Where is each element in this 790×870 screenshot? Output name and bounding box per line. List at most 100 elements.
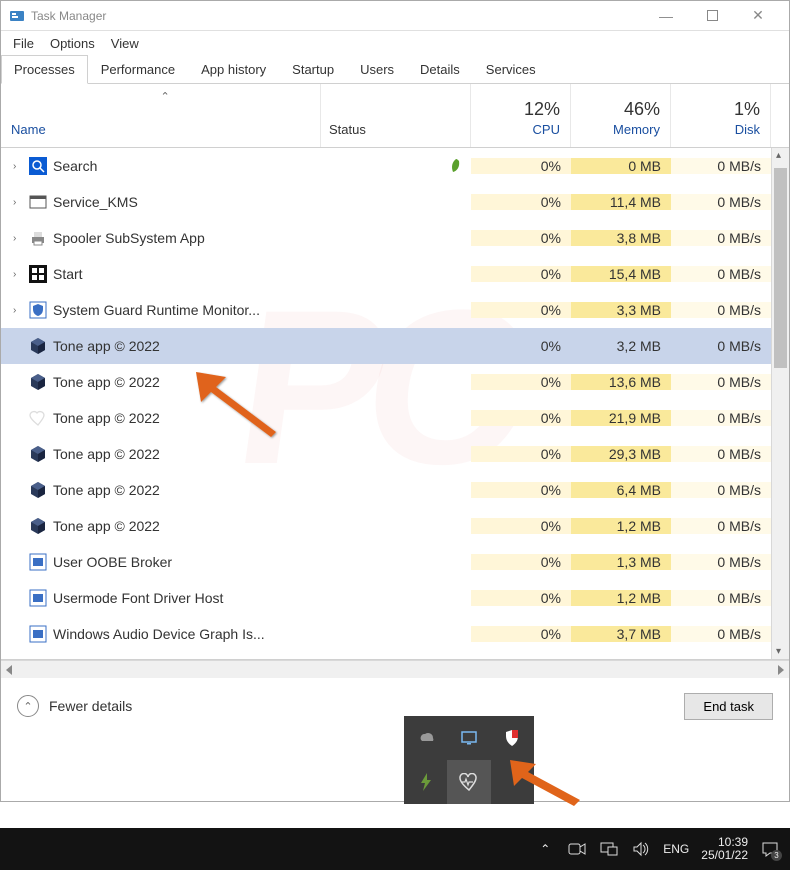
tab-users[interactable]: Users: [347, 55, 407, 83]
cpu-value: 0%: [471, 158, 571, 174]
disk-value: 0 MB/s: [671, 374, 771, 390]
tab-performance[interactable]: Performance: [88, 55, 188, 83]
memory-value: 1,2 MB: [571, 518, 671, 534]
menubar: File Options View: [1, 31, 789, 55]
cpu-value: 0%: [471, 482, 571, 498]
column-memory[interactable]: 46% Memory: [571, 84, 671, 147]
cpu-value: 0%: [471, 302, 571, 318]
process-row[interactable]: ›Service_KMS0%11,4 MB0 MB/s: [1, 184, 789, 220]
process-name: Tone app © 2022: [53, 482, 160, 498]
heart-faint-icon: [29, 409, 47, 427]
volume-icon[interactable]: [631, 839, 651, 859]
column-cpu[interactable]: 12% CPU: [471, 84, 571, 147]
memory-value: 3,2 MB: [571, 338, 671, 354]
disk-value: 0 MB/s: [671, 590, 771, 606]
disk-label: Disk: [735, 122, 760, 137]
cpu-value: 0%: [471, 230, 571, 246]
fewer-details-label: Fewer details: [49, 698, 132, 714]
process-row[interactable]: Tone app © 20220%3,2 MB0 MB/s: [1, 328, 789, 364]
expand-chevron-icon[interactable]: ›: [13, 269, 23, 280]
process-row[interactable]: Usermode Font Driver Host0%1,2 MB0 MB/s: [1, 580, 789, 616]
clock[interactable]: 10:39 25/01/22: [701, 836, 748, 862]
cpu-value: 0%: [471, 446, 571, 462]
footer: ⌃ Fewer details End task: [1, 678, 789, 734]
system-tray-overflow[interactable]: [404, 716, 534, 804]
task-manager-window: PC Task Manager — ✕ File Options View Pr…: [0, 0, 790, 802]
tab-app-history[interactable]: App history: [188, 55, 279, 83]
cube-icon: [29, 445, 47, 463]
tray-defender-icon[interactable]: [491, 716, 534, 760]
memory-value: 29,3 MB: [571, 446, 671, 462]
cpu-value: 0%: [471, 266, 571, 282]
disk-value: 0 MB/s: [671, 302, 771, 318]
notifications-icon[interactable]: 3: [760, 839, 780, 859]
process-row[interactable]: Tone app © 20220%29,3 MB0 MB/s: [1, 436, 789, 472]
tray-cloud-icon[interactable]: [404, 716, 447, 760]
menu-options[interactable]: Options: [44, 34, 101, 53]
tab-processes[interactable]: Processes: [1, 55, 88, 84]
disk-value: 0 MB/s: [671, 626, 771, 642]
vertical-scrollbar[interactable]: [771, 148, 789, 659]
fewer-details-button[interactable]: ⌃ Fewer details: [17, 695, 132, 717]
column-name[interactable]: ⌃ Name: [1, 84, 321, 147]
menu-view[interactable]: View: [105, 34, 145, 53]
maximize-button[interactable]: [689, 1, 735, 31]
tray-display-icon[interactable]: [447, 716, 490, 760]
expand-chevron-icon[interactable]: ›: [13, 197, 23, 208]
shield-box-icon: [29, 301, 47, 319]
tab-services[interactable]: Services: [473, 55, 549, 83]
close-button[interactable]: ✕: [735, 1, 781, 31]
process-row[interactable]: Tone app © 20220%21,9 MB0 MB/s: [1, 400, 789, 436]
expand-chevron-icon[interactable]: ›: [13, 161, 23, 172]
tabs: Processes Performance App history Startu…: [1, 55, 789, 84]
process-name: Start: [53, 266, 83, 282]
process-row[interactable]: ›System Guard Runtime Monitor...0%3,3 MB…: [1, 292, 789, 328]
horizontal-scrollbar[interactable]: [1, 660, 789, 678]
expand-chevron-icon[interactable]: ›: [13, 305, 23, 316]
process-row[interactable]: ›Start0%15,4 MB0 MB/s: [1, 256, 789, 292]
memory-value: 6,4 MB: [571, 482, 671, 498]
tab-details[interactable]: Details: [407, 55, 473, 83]
column-status[interactable]: Status: [321, 84, 471, 147]
chevron-up-icon: ⌃: [17, 695, 39, 717]
memory-value: 3,8 MB: [571, 230, 671, 246]
cube-icon: [29, 373, 47, 391]
disk-value: 0 MB/s: [671, 338, 771, 354]
process-name: Tone app © 2022: [53, 518, 160, 534]
cpu-value: 0%: [471, 518, 571, 534]
tray-bolt-icon[interactable]: [404, 760, 447, 804]
expand-chevron-icon[interactable]: ›: [13, 233, 23, 244]
language-indicator[interactable]: ENG: [663, 842, 689, 856]
process-row[interactable]: ›Search0%0 MB0 MB/s: [1, 148, 789, 184]
process-row[interactable]: Tone app © 2022 0%1,2 MB0 MB/s: [1, 508, 789, 544]
process-row[interactable]: Windows Audio Device Graph Is...0%3,7 MB…: [1, 616, 789, 652]
tray-heart-monitor-icon[interactable]: [447, 760, 490, 804]
window-controls: — ✕: [643, 1, 781, 31]
task-manager-icon: [9, 8, 25, 24]
minimize-button[interactable]: —: [643, 1, 689, 31]
tab-startup[interactable]: Startup: [279, 55, 347, 83]
cube-icon: [29, 517, 47, 535]
process-row[interactable]: ›Spooler SubSystem App0%3,8 MB0 MB/s: [1, 220, 789, 256]
end-task-button[interactable]: End task: [684, 693, 773, 720]
process-row[interactable]: User OOBE Broker0%1,3 MB0 MB/s: [1, 544, 789, 580]
disk-value: 0 MB/s: [671, 518, 771, 534]
column-disk[interactable]: 1% Disk: [671, 84, 771, 147]
start-icon: [29, 265, 47, 283]
disk-value: 0 MB/s: [671, 194, 771, 210]
process-row[interactable]: Tone app © 20220%6,4 MB0 MB/s: [1, 472, 789, 508]
process-row[interactable]: Tone app © 20220%13,6 MB0 MB/s: [1, 364, 789, 400]
tray-chevron-icon[interactable]: ⌃: [535, 839, 555, 859]
memory-value: 1,3 MB: [571, 554, 671, 570]
meet-now-icon[interactable]: [567, 839, 587, 859]
scrollbar-thumb[interactable]: [774, 168, 787, 368]
process-name: Spooler SubSystem App: [53, 230, 205, 246]
tray-empty: [491, 760, 534, 804]
process-name: Windows Audio Device Graph Is...: [53, 626, 265, 642]
memory-value: 3,7 MB: [571, 626, 671, 642]
network-icon[interactable]: [599, 839, 619, 859]
menu-file[interactable]: File: [7, 34, 40, 53]
process-name: Tone app © 2022: [53, 410, 160, 426]
printer-icon: [29, 229, 47, 247]
memory-label: Memory: [613, 122, 660, 137]
